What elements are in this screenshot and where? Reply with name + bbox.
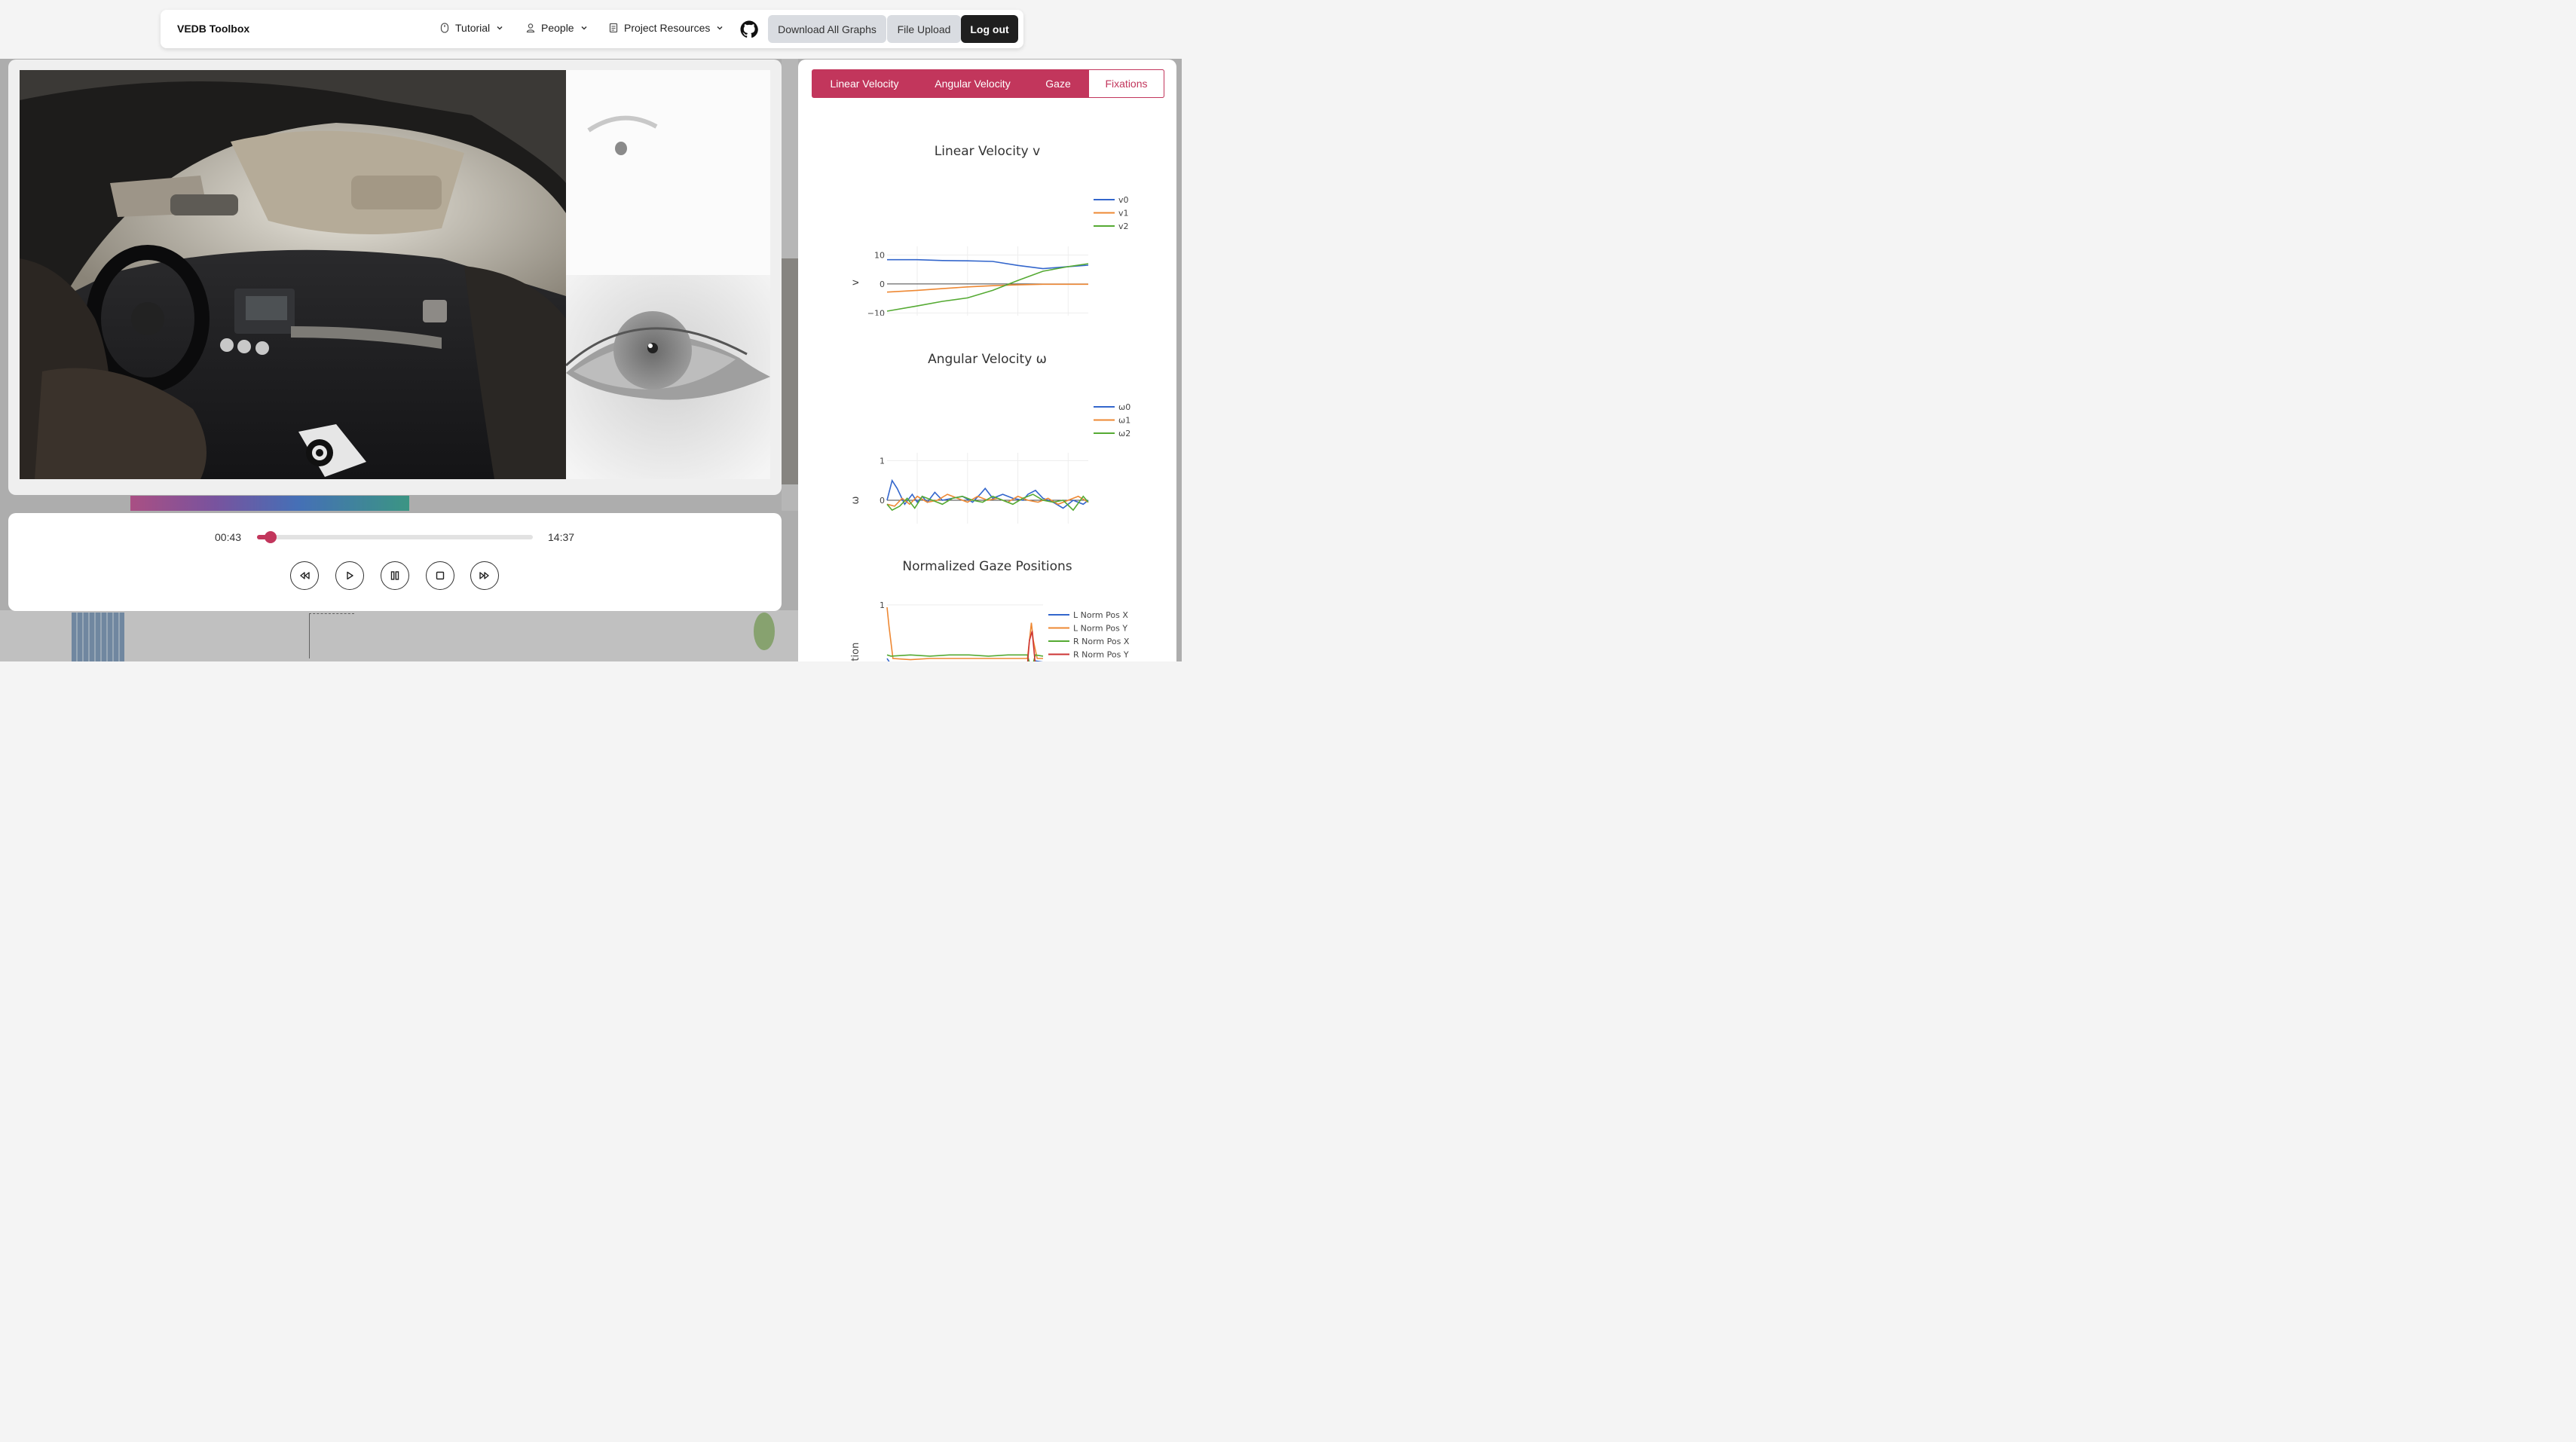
tab-angular-velocity[interactable]: Angular Velocity [917, 69, 1028, 98]
y-axis-title: Position [850, 643, 861, 661]
tab-fixations[interactable]: Fixations [1088, 69, 1164, 98]
legend-label: ω0 [1118, 402, 1130, 412]
seek-slider[interactable] [257, 535, 533, 539]
gaze-positions-chart[interactable]: 1 0.5 Position L Norm Pos X L Norm Pos Y R No… [798, 596, 1176, 661]
play-button[interactable] [335, 561, 364, 590]
nav-people-label: People [541, 22, 574, 34]
play-icon [347, 571, 353, 580]
world-camera-view [20, 70, 566, 479]
legend-label: L Norm Pos X [1073, 610, 1128, 620]
document-icon [609, 23, 618, 33]
chart-title-gaze-positions: Normalized Gaze Positions [902, 559, 1072, 574]
y-tick-label: 0 [880, 280, 885, 289]
nav-people[interactable]: People [526, 22, 588, 34]
eye-image-left [566, 70, 770, 275]
legend-label: v0 [1118, 195, 1129, 205]
series-line-3 [1026, 631, 1036, 661]
angular-velocity-chart[interactable]: 10−142434445Time t (s)ωω0ω1ω2 [798, 388, 1176, 524]
current-time: 00:43 [215, 531, 242, 543]
seek-thumb[interactable] [264, 531, 277, 543]
pause-icon [390, 571, 399, 580]
chevron-down-icon [717, 26, 723, 30]
graph-panel: Linear Velocity Angular Velocity Gaze Fi… [798, 60, 1176, 661]
nav-project-resources[interactable]: Project Resources [609, 22, 724, 34]
legend-label: v2 [1118, 221, 1129, 231]
legend-label: v1 [1118, 209, 1129, 218]
tab-linear-velocity[interactable]: Linear Velocity [812, 69, 917, 98]
top-navbar: VEDB Toolbox Tutorial People Project Res… [161, 10, 1023, 48]
linear-velocity-chart[interactable]: 100−1042434445Time t (s)vv0v1v2 [798, 180, 1176, 316]
car-interior-image [20, 70, 566, 479]
rewind-button[interactable] [290, 561, 319, 590]
playback-controls: 00:43 14:37 [8, 513, 782, 611]
total-time: 14:37 [548, 531, 575, 543]
chart-title-linear-velocity: Linear Velocity v [934, 144, 1041, 159]
fast-forward-button[interactable] [470, 561, 499, 590]
rewind-icon [300, 572, 310, 579]
eye-image-right [566, 275, 770, 479]
legend-label: ω1 [1118, 416, 1130, 426]
y-tick-label: 0.5 [872, 660, 886, 661]
legend-label: R Norm Pos X [1073, 637, 1130, 646]
download-all-graphs-button[interactable]: Download All Graphs [768, 15, 886, 43]
eye-camera-right [566, 275, 770, 479]
y-axis-title: ω [850, 496, 861, 505]
tab-gaze[interactable]: Gaze [1028, 69, 1088, 98]
stop-icon [436, 571, 445, 580]
graph-tabs: Linear Velocity Angular Velocity Gaze Fi… [812, 69, 1164, 98]
brand-title[interactable]: VEDB Toolbox [177, 23, 249, 35]
y-tick-label: 1 [880, 457, 885, 466]
github-icon[interactable] [740, 20, 758, 38]
file-upload-button[interactable]: File Upload [887, 15, 961, 43]
y-tick-label: 10 [874, 251, 885, 261]
nav-project-resources-label: Project Resources [624, 22, 711, 34]
chevron-down-icon [581, 26, 587, 30]
fast-forward-icon [479, 572, 489, 579]
y-tick-label: −10 [867, 308, 885, 316]
legend-label: L Norm Pos Y [1073, 624, 1127, 634]
y-tick-label: 1 [880, 600, 885, 610]
chevron-down-icon [497, 26, 503, 30]
stop-button[interactable] [426, 561, 454, 590]
person-icon [526, 23, 535, 33]
mouse-icon [440, 23, 449, 33]
eye-camera-left [566, 70, 770, 275]
y-tick-label: 0 [880, 496, 885, 506]
nav-tutorial[interactable]: Tutorial [440, 22, 503, 34]
logout-button[interactable]: Log out [961, 15, 1018, 43]
nav-tutorial-label: Tutorial [455, 22, 491, 34]
legend-label: R Norm Pos Y [1073, 650, 1129, 660]
y-axis-title: v [850, 280, 861, 286]
pause-button[interactable] [381, 561, 409, 590]
series-line-1 [886, 607, 1043, 661]
chart-title-angular-velocity: Angular Velocity ω [928, 352, 1047, 367]
video-panel [8, 60, 782, 495]
legend-label: ω2 [1118, 429, 1130, 438]
